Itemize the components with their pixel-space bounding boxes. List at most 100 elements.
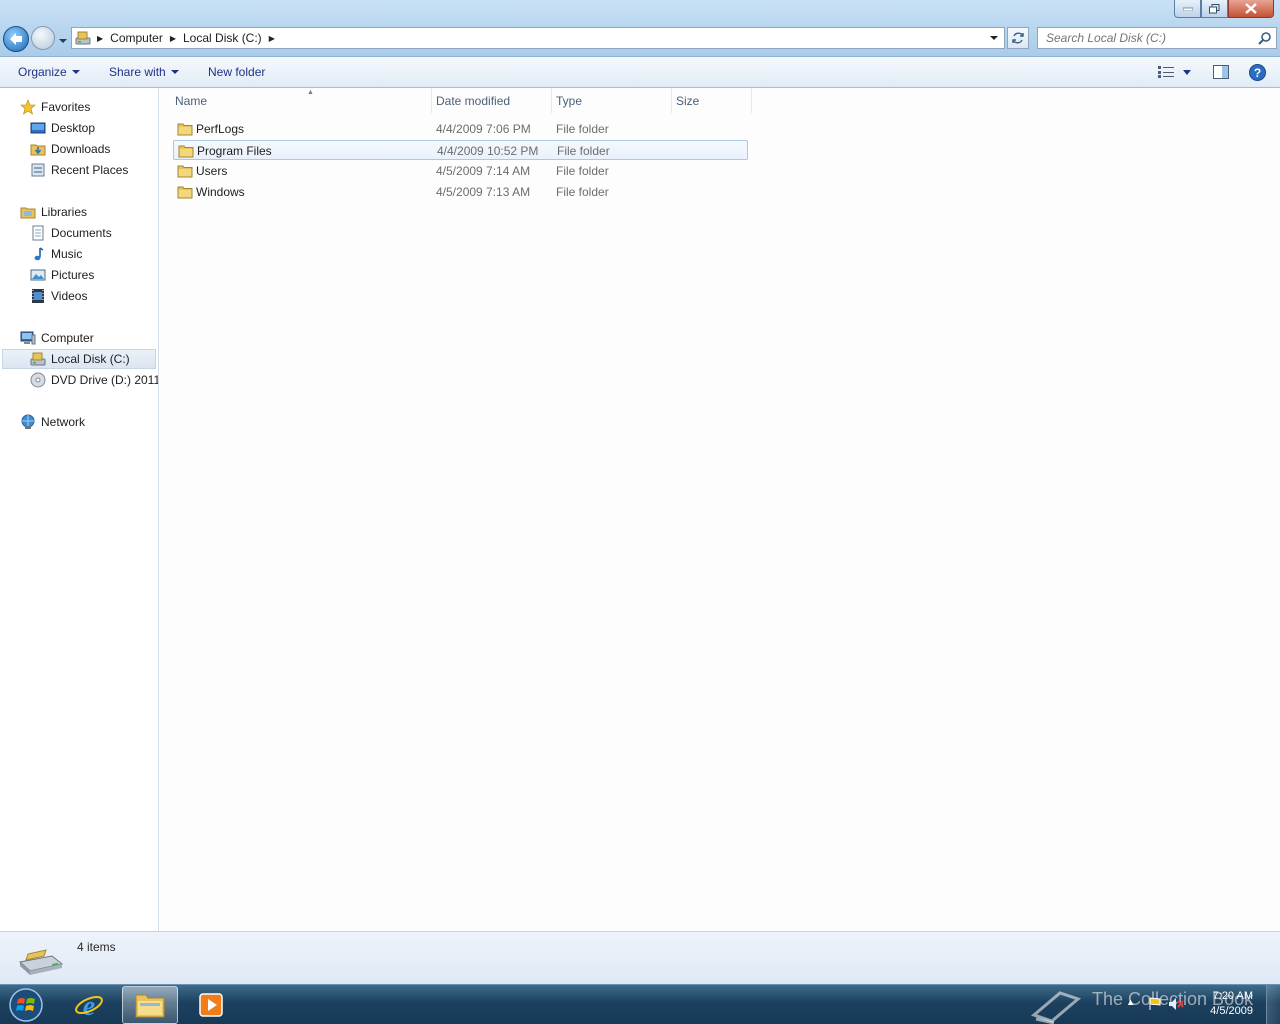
window-controls bbox=[1174, 0, 1274, 18]
table-row[interactable]: Program Files 4/4/2009 10:52 PM File fol… bbox=[173, 140, 748, 160]
restore-button[interactable] bbox=[1201, 0, 1228, 18]
help-icon: ? bbox=[1248, 63, 1266, 81]
file-name: Users bbox=[196, 164, 228, 178]
new-folder-button[interactable]: New folder bbox=[208, 65, 265, 79]
change-view-button[interactable] bbox=[1156, 63, 1176, 81]
view-options-dropdown[interactable] bbox=[1180, 63, 1194, 81]
nav-documents[interactable]: Documents bbox=[30, 223, 112, 243]
sort-ascending-icon: ▲ bbox=[307, 89, 314, 96]
view-icon bbox=[1158, 66, 1174, 78]
share-with-label: Share with bbox=[109, 65, 166, 79]
refresh-button[interactable] bbox=[1007, 27, 1029, 49]
nav-libraries[interactable]: Libraries bbox=[20, 202, 87, 222]
dvd-icon bbox=[30, 372, 46, 388]
taskbar: e The Collection Book ▲ 7:20 AM 4/5/2009 bbox=[0, 984, 1280, 1024]
show-hidden-icons-icon[interactable]: ▲ bbox=[1126, 997, 1135, 1007]
nav-label: Network bbox=[41, 415, 86, 429]
windows-logo-icon bbox=[9, 988, 43, 1022]
taskbar-media-player[interactable] bbox=[183, 986, 239, 1024]
action-center-flag-icon[interactable] bbox=[1148, 997, 1162, 1011]
column-header-name[interactable]: Name ▲ bbox=[170, 88, 432, 113]
recent-pages-dropdown[interactable] bbox=[58, 34, 68, 43]
column-header-type[interactable]: Type bbox=[551, 88, 672, 113]
chevron-down-icon bbox=[1183, 69, 1191, 75]
nav-label: Music bbox=[51, 247, 83, 261]
search-input[interactable] bbox=[1038, 31, 1248, 45]
star-icon bbox=[20, 99, 36, 115]
table-row[interactable]: Windows 4/5/2009 7:13 AM File folder bbox=[173, 182, 748, 202]
back-button[interactable] bbox=[3, 26, 29, 52]
organize-button[interactable]: Organize bbox=[18, 65, 80, 79]
new-folder-label: New folder bbox=[208, 65, 266, 79]
nav-videos[interactable]: Videos bbox=[30, 286, 87, 306]
speaker-muted-icon[interactable] bbox=[1168, 997, 1184, 1011]
column-label: Size bbox=[676, 93, 700, 108]
table-row[interactable]: Users 4/5/2009 7:14 AM File folder bbox=[173, 161, 748, 181]
preview-pane-button[interactable] bbox=[1211, 63, 1231, 81]
share-with-button[interactable]: Share with bbox=[109, 65, 179, 79]
drive-icon bbox=[18, 949, 64, 975]
breadcrumb-separator[interactable]: ▶ bbox=[167, 34, 179, 43]
breadcrumb-separator[interactable]: ▶ bbox=[266, 34, 278, 43]
column-label: Name bbox=[175, 93, 208, 108]
forward-button[interactable] bbox=[31, 26, 55, 50]
nav-label: Desktop bbox=[51, 121, 96, 135]
start-button[interactable] bbox=[4, 987, 48, 1023]
breadcrumb-local-disk[interactable]: Local Disk (C:) bbox=[179, 28, 266, 48]
nav-label: Downloads bbox=[51, 142, 111, 156]
nav-network[interactable]: Network bbox=[20, 412, 85, 432]
nav-dvd-drive[interactable]: DVD Drive (D:) 20111 bbox=[30, 370, 158, 390]
folder-icon bbox=[177, 186, 193, 199]
minimize-button[interactable] bbox=[1174, 0, 1201, 18]
help-button[interactable]: ? bbox=[1247, 63, 1267, 81]
clock-time: 7:20 AM bbox=[1212, 990, 1253, 1002]
nav-favorites[interactable]: Favorites bbox=[20, 97, 90, 117]
file-date: 4/4/2009 7:06 PM bbox=[436, 122, 531, 136]
breadcrumb-separator[interactable]: ▶ bbox=[94, 34, 106, 43]
desktop-icon bbox=[30, 122, 46, 134]
folder-icon bbox=[178, 145, 194, 158]
book-icon bbox=[1030, 991, 1082, 1024]
nav-computer[interactable]: Computer bbox=[20, 328, 94, 348]
system-clock[interactable]: 7:20 AM 4/5/2009 bbox=[1210, 989, 1253, 1019]
restore-icon bbox=[1209, 3, 1220, 13]
address-bar[interactable]: ▶ Computer ▶ Local Disk (C:) ▶ bbox=[71, 27, 1005, 49]
column-header-date[interactable]: Date modified bbox=[431, 88, 552, 113]
chevron-down-icon bbox=[59, 39, 67, 43]
file-date: 4/5/2009 7:14 AM bbox=[436, 164, 531, 178]
videos-icon bbox=[32, 289, 44, 303]
nav-desktop[interactable]: Desktop bbox=[30, 118, 95, 138]
search-box[interactable] bbox=[1037, 27, 1277, 49]
breadcrumb-computer[interactable]: Computer bbox=[106, 28, 167, 48]
address-history-dropdown[interactable] bbox=[986, 30, 1002, 46]
column-header-size[interactable]: Size bbox=[671, 88, 752, 113]
file-date: 4/5/2009 7:13 AM bbox=[436, 185, 531, 199]
nav-music[interactable]: Music bbox=[30, 244, 82, 264]
refresh-icon bbox=[1012, 32, 1024, 44]
nav-label: Libraries bbox=[41, 205, 88, 219]
taskbar-windows-explorer[interactable] bbox=[122, 986, 178, 1024]
file-name: Windows bbox=[196, 185, 245, 199]
svg-text:?: ? bbox=[1253, 66, 1260, 80]
search-icon[interactable] bbox=[1258, 31, 1272, 48]
close-button[interactable] bbox=[1228, 0, 1274, 18]
media-player-icon bbox=[199, 993, 223, 1017]
organize-label: Organize bbox=[18, 65, 67, 79]
item-count: 4 items bbox=[77, 940, 116, 954]
column-label: Date modified bbox=[436, 93, 511, 108]
taskbar-internet-explorer[interactable]: e bbox=[61, 986, 117, 1024]
computer-icon bbox=[20, 331, 36, 345]
nav-label: Videos bbox=[51, 289, 88, 303]
nav-downloads[interactable]: Downloads bbox=[30, 139, 110, 159]
folder-icon bbox=[177, 123, 193, 136]
navigation-pane: Favorites Desktop Downloads Recent Place… bbox=[0, 88, 159, 931]
nav-pictures[interactable]: Pictures bbox=[30, 265, 94, 285]
nav-label: Local Disk (C:) bbox=[51, 352, 130, 366]
table-row[interactable]: PerfLogs 4/4/2009 7:06 PM File folder bbox=[173, 119, 748, 139]
nav-local-disk[interactable]: Local Disk (C:) bbox=[2, 349, 156, 369]
show-desktop-button[interactable] bbox=[1266, 985, 1280, 1024]
file-list: Name ▲ Date modified Type Size PerfLogs … bbox=[160, 88, 1280, 931]
nav-recent-places[interactable]: Recent Places bbox=[30, 160, 128, 180]
chevron-down-icon bbox=[170, 70, 179, 74]
ie-icon: e bbox=[75, 991, 103, 1020]
